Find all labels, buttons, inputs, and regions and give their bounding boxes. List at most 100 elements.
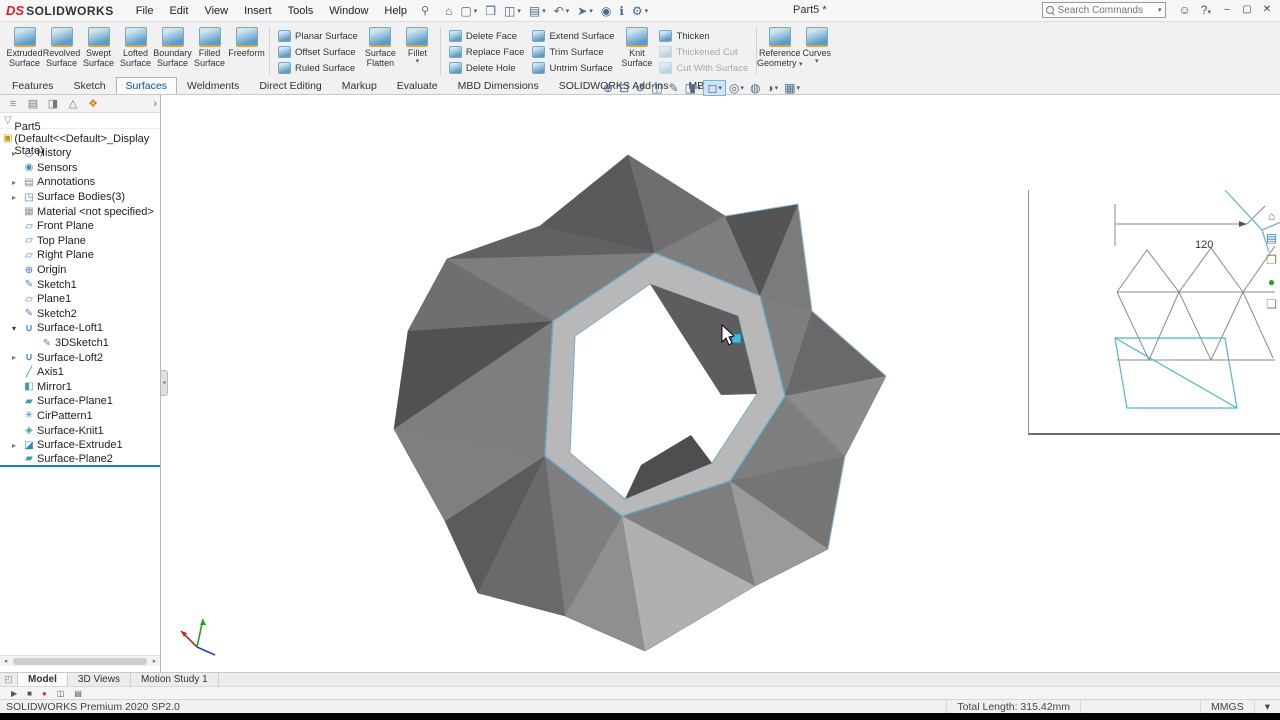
save-button[interactable]: ◫ ▾ [500, 2, 525, 20]
ribbon-small-button[interactable]: Delete Hole [445, 60, 529, 76]
displaymanager-tab-icon[interactable]: ❖ [83, 97, 103, 110]
tree-item[interactable]: Surface-Loft1 [0, 321, 160, 336]
propertymanager-tab-icon[interactable]: ▤ [23, 97, 43, 110]
tree-item[interactable]: 3DSketch1 [0, 336, 160, 351]
dimxpertmanager-tab-icon[interactable]: △ [63, 97, 83, 110]
surface-model[interactable] [393, 154, 887, 652]
ribbon-tab[interactable]: Markup [332, 77, 387, 94]
tree-horizontal-scrollbar[interactable]: ◂ ▸ [0, 655, 160, 666]
reference-geometry-button[interactable]: Reference Geometry ▾ [757, 24, 803, 78]
expand-arrow-icon[interactable] [12, 353, 22, 362]
dropdown-arrow-icon[interactable]: ▾ [542, 7, 546, 15]
bottom-tab[interactable]: Model [18, 673, 68, 686]
tree-item[interactable]: Top Plane [0, 234, 160, 249]
search-box[interactable]: ▾ [1041, 2, 1166, 18]
bottom-tab[interactable]: 3D Views [68, 673, 131, 686]
filter-icon[interactable]: ▽ [4, 115, 12, 126]
pane-split-icon[interactable]: ◰ [0, 673, 18, 686]
undo-button[interactable]: ↶ ▾ [550, 2, 574, 20]
reference-drawing-panel[interactable]: 120 [1028, 189, 1280, 435]
dropdown-arrow-icon[interactable]: ▾ [566, 7, 570, 15]
user-account-icon[interactable]: ☺ [1174, 2, 1196, 18]
ribbon-small-button[interactable]: Delete Face [445, 28, 529, 44]
close-button[interactable]: ✕ [1258, 2, 1276, 18]
ribbon-large-button[interactable]: Filled Surface [191, 24, 228, 78]
knit-surface-button[interactable]: Knit Surface [618, 24, 655, 78]
save-animation-button[interactable]: ◫ [52, 689, 70, 698]
scroll-right-icon[interactable]: ▸ [149, 657, 160, 665]
ribbon-small-button[interactable]: Cut With Surface [655, 60, 752, 76]
dropdown-arrow-icon[interactable]: ▾ [815, 58, 819, 65]
ribbon-tab[interactable]: Weldments [177, 77, 249, 94]
ribbon-small-button[interactable]: Replace Face [445, 44, 529, 60]
file-properties-button[interactable]: ℹ ▾ [615, 2, 628, 20]
play-button[interactable]: ▶ [6, 689, 22, 698]
ribbon-tab[interactable]: Evaluate [387, 77, 448, 94]
ribbon-tab[interactable]: Direct Editing [249, 77, 331, 94]
previous-view-button[interactable]: ↺ ▾ [632, 80, 648, 96]
maximize-button[interactable]: ▢ [1238, 2, 1256, 18]
tree-item[interactable]: Annotations [0, 175, 160, 190]
tree-item[interactable]: Front Plane [0, 219, 160, 234]
dropdown-arrow-icon[interactable]: ▾ [589, 7, 593, 15]
home-button[interactable]: ⌂ ▾ [441, 2, 456, 20]
menu-item[interactable]: File [128, 2, 162, 20]
ribbon-small-button[interactable]: Thickened Cut [655, 44, 752, 60]
surface-flatten-button[interactable]: Surface Flatten [362, 24, 399, 78]
ribbon-large-button[interactable]: Revolved Surface [43, 24, 80, 78]
panel-expand-chevron-icon[interactable]: › [153, 98, 157, 110]
search-dropdown-icon[interactable]: ▾ [1158, 7, 1162, 14]
tree-item[interactable]: Sketch2 [0, 307, 160, 322]
ribbon-small-button[interactable]: Extend Surface [528, 28, 618, 44]
tree-item[interactable]: Sensors [0, 161, 160, 176]
tree-item[interactable]: Surface Bodies(3) [0, 190, 160, 205]
view-settings-button[interactable]: ▦ ▾ [781, 80, 803, 96]
ribbon-large-button[interactable]: Freeform [228, 24, 265, 78]
panel-splitter-handle[interactable]: ◂ [161, 370, 168, 396]
open-button[interactable]: ❐ ▾ [481, 2, 500, 20]
expand-arrow-icon[interactable] [12, 149, 22, 158]
ribbon-small-button[interactable]: Offset Surface [274, 44, 362, 60]
record-button[interactable]: ● [37, 689, 52, 698]
display-style-button[interactable]: ◻ ▾ [703, 79, 726, 96]
zoom-area-button[interactable]: ⊡ ▾ [616, 80, 632, 96]
section-view-button[interactable]: ◫ ▾ [648, 80, 665, 96]
scroll-left-icon[interactable]: ◂ [0, 657, 11, 665]
dropdown-arrow-icon[interactable]: ▾ [775, 84, 779, 92]
hide-show-items-button[interactable]: ◎ ▾ [726, 80, 747, 96]
view-orientation-button[interactable]: ◨ ▾ [682, 80, 704, 96]
menu-item[interactable]: Help [376, 2, 415, 20]
dropdown-arrow-icon[interactable]: ▾ [740, 84, 744, 92]
ribbon-small-button[interactable]: Trim Surface [528, 44, 618, 60]
dropdown-arrow-icon[interactable]: ▾ [474, 7, 478, 15]
dropdown-arrow-icon[interactable]: ▾ [517, 7, 521, 15]
minimize-button[interactable]: – [1218, 2, 1236, 18]
dropdown-arrow-icon[interactable]: ▾ [718, 84, 722, 92]
menu-item[interactable]: Edit [161, 2, 196, 20]
tree-item[interactable]: Surface-Loft2 [0, 350, 160, 365]
help-button[interactable]: ?▾ [1196, 2, 1216, 18]
taskpane-appearances-button[interactable]: ● [1268, 271, 1275, 293]
ribbon-small-button[interactable]: Ruled Surface [274, 60, 362, 76]
print-button[interactable]: ▤ ▾ [525, 2, 550, 20]
ribbon-tab[interactable]: Surfaces [115, 77, 177, 94]
pin-icon[interactable]: ⚲ [421, 4, 429, 17]
tree-item[interactable]: Origin [0, 263, 160, 278]
dropdown-arrow-icon[interactable]: ▾ [697, 84, 701, 92]
ribbon-small-button[interactable]: Untrim Surface [528, 60, 618, 76]
ribbon-tab[interactable]: MBD Dimensions [448, 77, 549, 94]
select-button[interactable]: ➤ ▾ [573, 2, 597, 20]
tree-item[interactable]: Material <not specified> [0, 204, 160, 219]
menu-item[interactable]: Tools [280, 2, 322, 20]
taskpane-file-explorer-button[interactable]: ❐ [1266, 249, 1277, 271]
ribbon-large-button[interactable]: Boundary Surface [153, 24, 192, 78]
expand-arrow-icon[interactable] [12, 441, 22, 450]
taskpane-custom-properties-button[interactable]: ❏ [1266, 293, 1277, 315]
scrollbar-thumb[interactable] [13, 657, 147, 665]
tree-item[interactable]: Plane1 [0, 292, 160, 307]
options-button[interactable]: ⚙ ▾ [628, 2, 652, 20]
expand-arrow-icon[interactable] [12, 324, 22, 333]
menu-item[interactable]: Window [321, 2, 376, 20]
menu-item[interactable]: View [196, 2, 236, 20]
featuremanager-tab-icon[interactable]: ≡ [3, 98, 23, 110]
